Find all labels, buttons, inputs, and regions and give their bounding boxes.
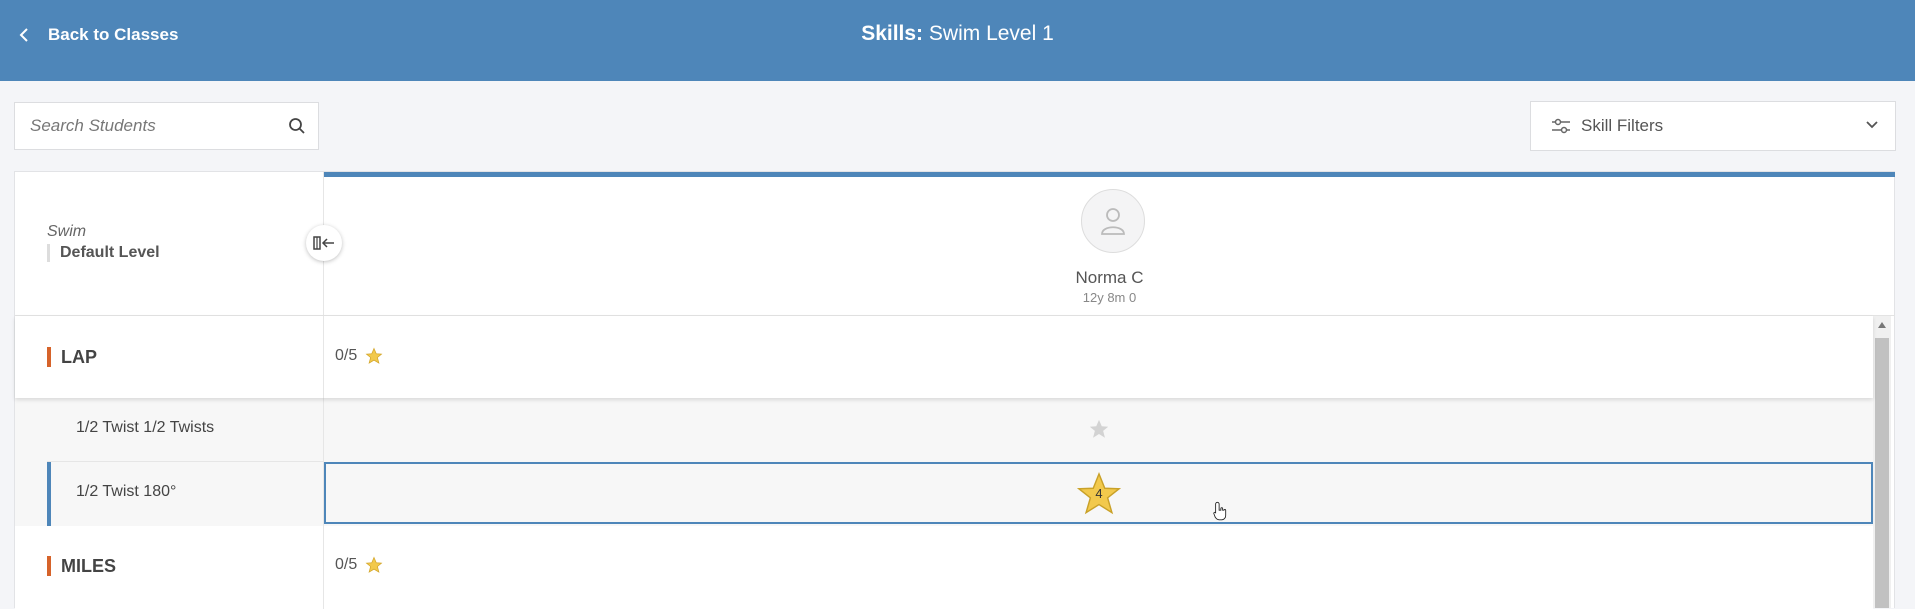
level-header: Swim Default Level xyxy=(15,172,324,315)
category-score-value: 0/5 xyxy=(335,556,358,573)
category-row-lap: LAP 0/5 xyxy=(15,316,1873,398)
scrollbar-thumb[interactable] xyxy=(1875,338,1889,608)
star-icon xyxy=(1089,419,1109,438)
skill-row-selected: 1/2 Twist 180° 4 xyxy=(15,462,1873,526)
sliders-icon xyxy=(1552,118,1570,134)
scroll-up-arrow-icon[interactable] xyxy=(1878,322,1886,328)
category-row-lap-label-cell: LAP xyxy=(15,316,324,398)
student-name: Norma C xyxy=(1075,268,1144,287)
search-box xyxy=(14,102,319,150)
hand-cursor-icon xyxy=(1213,501,1227,521)
page-title-value: Swim Level 1 xyxy=(928,22,1054,45)
skill-label-cell: 1/2 Twist 180° xyxy=(47,462,324,526)
vertical-scrollbar[interactable] xyxy=(1873,316,1891,608)
skill-filters-dropdown[interactable]: Skill Filters xyxy=(1530,101,1896,151)
student-column-header: Norma C 12y 8m 0 xyxy=(324,172,1895,315)
category-score: 0/5 xyxy=(335,347,383,365)
star-rating-value: 4 xyxy=(1095,486,1103,501)
category-score-value: 0/5 xyxy=(335,347,358,364)
search-input[interactable] xyxy=(15,115,282,137)
page-title-prefix: Skills: xyxy=(861,22,924,45)
search-icon[interactable] xyxy=(288,117,306,135)
skills-panel: Swim Default Level Norma C 12y 8m 0 LAP … xyxy=(14,171,1895,609)
page-title: Skills: Swim Level 1 xyxy=(0,22,1915,46)
skill-label: 1/2 Twist 1/2 Twists xyxy=(76,419,215,436)
category-row-miles-label-cell: MILES xyxy=(15,526,324,609)
skill-row: 1/2 Twist 1/2 Twists xyxy=(15,398,1873,462)
skill-label-cell: 1/2 Twist 1/2 Twists xyxy=(47,398,324,462)
star-icon xyxy=(365,347,383,364)
collapse-panel-icon xyxy=(313,236,334,250)
category-label: LAP xyxy=(47,347,97,367)
category-row-miles: MILES 0/5 xyxy=(15,526,1873,609)
skill-filters-label: Skill Filters xyxy=(1581,116,1664,135)
chevron-down-icon xyxy=(1866,121,1878,129)
student-avatar[interactable] xyxy=(1081,189,1145,253)
program-name: Swim xyxy=(47,223,87,240)
skill-rating-cell[interactable] xyxy=(324,398,1873,462)
category-label: MILES xyxy=(47,556,116,576)
collapse-panel-button[interactable] xyxy=(306,225,342,261)
skill-label: 1/2 Twist 180° xyxy=(76,483,177,500)
star-icon xyxy=(365,556,383,573)
category-score: 0/5 xyxy=(335,556,383,574)
student-age: 12y 8m 0 xyxy=(1082,290,1137,305)
user-icon xyxy=(1101,208,1125,235)
skill-rating-cell-selected[interactable]: 4 xyxy=(324,462,1873,524)
level-name: Default Level xyxy=(47,244,160,262)
top-bar: Back to Classes Skills: Swim Level 1 xyxy=(0,0,1915,81)
